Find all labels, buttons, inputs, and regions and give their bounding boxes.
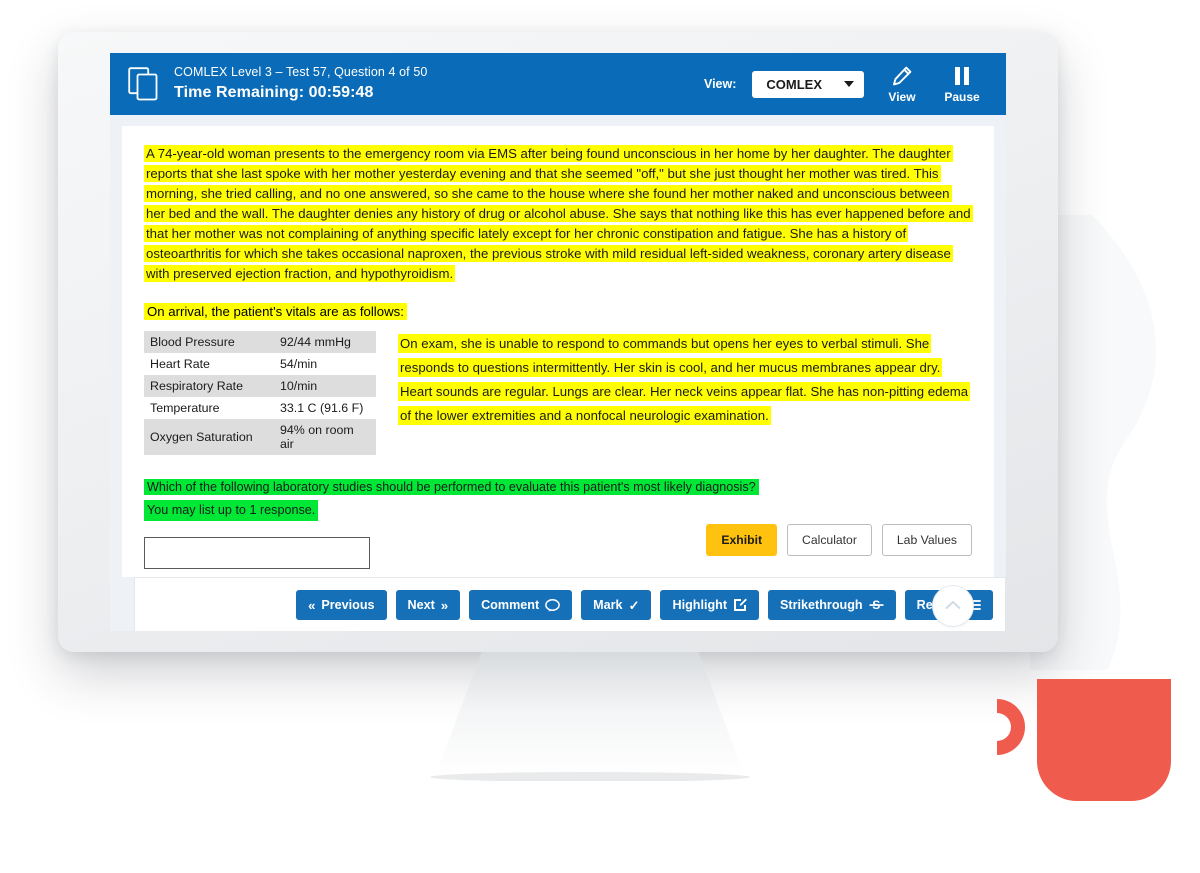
strikethrough-button[interactable]: Strikethrough S — [768, 590, 896, 620]
chevron-down-icon — [844, 81, 854, 87]
table-row: Blood Pressure 92/44 mmHg — [144, 331, 376, 353]
checkmark-icon: ✓ — [628, 597, 640, 613]
mark-button-label: Mark — [593, 598, 623, 612]
coffee-mug — [985, 665, 1185, 825]
table-row: Oxygen Saturation 94% on room air — [144, 419, 376, 455]
previous-button-label: Previous — [321, 598, 375, 612]
pause-tool-label: Pause — [944, 89, 980, 104]
vital-label: Respiratory Rate — [144, 375, 274, 397]
time-remaining: Time Remaining: 00:59:48 — [174, 83, 374, 101]
header-controls: View: COMLEX View Pause — [704, 65, 984, 104]
view-select-label: View: — [703, 77, 737, 91]
table-row: Respiratory Rate 10/min — [144, 375, 376, 397]
view-tool-label: View — [888, 89, 916, 104]
screen: COMLEX Level 3 – Test 57, Question 4 of … — [110, 53, 1006, 631]
vitals-intro: On arrival, the patient's vitals are as … — [144, 302, 972, 322]
next-button[interactable]: Next » — [395, 590, 461, 620]
scene: COMLEX Level 3 – Test 57, Question 4 of … — [0, 0, 1200, 873]
question-card: A 74-year-old woman presents to the emer… — [122, 126, 994, 577]
answer-input[interactable] — [144, 537, 370, 569]
previous-button[interactable]: « Previous — [296, 590, 387, 620]
question-prompt-line1: Which of the following laboratory studie… — [144, 479, 759, 495]
vital-value: 92/44 mmHg — [274, 331, 376, 353]
header-titles: COMLEX Level 3 – Test 57, Question 4 of … — [174, 65, 427, 103]
monitor-stand — [420, 651, 760, 781]
app-header: COMLEX Level 3 – Test 57, Question 4 of … — [110, 53, 1006, 115]
vital-value: 33.1 C (91.6 F) — [280, 401, 364, 415]
test-subtitle: COMLEX Level 3 – Test 57, Question 4 of … — [174, 65, 428, 80]
vitals-and-exam-row: Blood Pressure 92/44 mmHg Heart Rate 54/… — [144, 331, 972, 455]
comment-button[interactable]: Comment — [469, 590, 573, 620]
view-tool-button[interactable]: View — [880, 65, 924, 104]
pause-tool-button[interactable]: Pause — [940, 65, 984, 104]
vital-label: Oxygen Saturation — [144, 419, 274, 455]
vital-label: Heart Rate — [150, 357, 210, 371]
speech-bubble-icon — [545, 598, 561, 612]
lab-values-button[interactable]: Lab Values — [881, 524, 972, 556]
question-stem: A 74-year-old woman presents to the emer… — [144, 144, 973, 284]
vital-value: 54/min — [280, 357, 318, 371]
highlight-pen-icon — [733, 598, 747, 612]
pause-icon — [955, 65, 969, 87]
vital-value: 94% on room air — [274, 419, 376, 455]
strikethrough-button-label: Strikethrough — [780, 598, 863, 612]
table-row: Heart Rate 54/min — [144, 353, 376, 375]
chevron-double-right-icon: » — [440, 597, 449, 613]
next-button-label: Next — [407, 598, 435, 612]
question-stem-text: A 74-year-old woman presents to the emer… — [144, 145, 973, 282]
calculator-button[interactable]: Calculator — [787, 524, 872, 556]
navigation-toolbar: « Previous Next » Comment Mark ✓ Highlig… — [134, 577, 1006, 631]
physical-exam-paragraph: On exam, she is unable to respond to com… — [398, 331, 972, 428]
table-row: Temperature 33.1 C (91.6 F) — [144, 397, 376, 419]
chevron-double-left-icon: « — [308, 597, 316, 613]
comment-button-label: Comment — [481, 598, 540, 612]
question-prompt: Which of the following laboratory studie… — [144, 478, 972, 521]
view-select[interactable]: COMLEX — [752, 70, 864, 98]
strikethrough-icon: S — [869, 598, 884, 612]
vital-label: Temperature — [150, 401, 220, 415]
question-prompt-line2: You may list up to 1 response. — [144, 500, 319, 521]
resource-buttons: Exhibit Calculator Lab Values — [706, 524, 972, 556]
highlight-button[interactable]: Highlight — [660, 590, 760, 620]
pencil-icon — [892, 65, 912, 87]
page-body: A 74-year-old woman presents to the emer… — [110, 115, 1006, 631]
chevron-up-icon — [945, 597, 961, 615]
view-select-value: COMLEX — [766, 76, 822, 92]
vital-label: Blood Pressure — [144, 331, 274, 353]
highlight-button-label: Highlight — [672, 598, 728, 612]
vital-value: 10/min — [274, 375, 376, 397]
mark-button[interactable]: Mark ✓ — [581, 590, 652, 620]
vitals-table: Blood Pressure 92/44 mmHg Heart Rate 54/… — [144, 331, 376, 455]
vitals-intro-text: On arrival, the patient's vitals are as … — [144, 303, 407, 320]
monitor-frame: COMLEX Level 3 – Test 57, Question 4 of … — [58, 32, 1058, 652]
physical-exam-text: On exam, she is unable to respond to com… — [398, 334, 971, 425]
collapse-toolbar-button[interactable] — [932, 585, 974, 627]
exhibit-button[interactable]: Exhibit — [706, 524, 778, 556]
document-copy-icon — [128, 67, 158, 101]
